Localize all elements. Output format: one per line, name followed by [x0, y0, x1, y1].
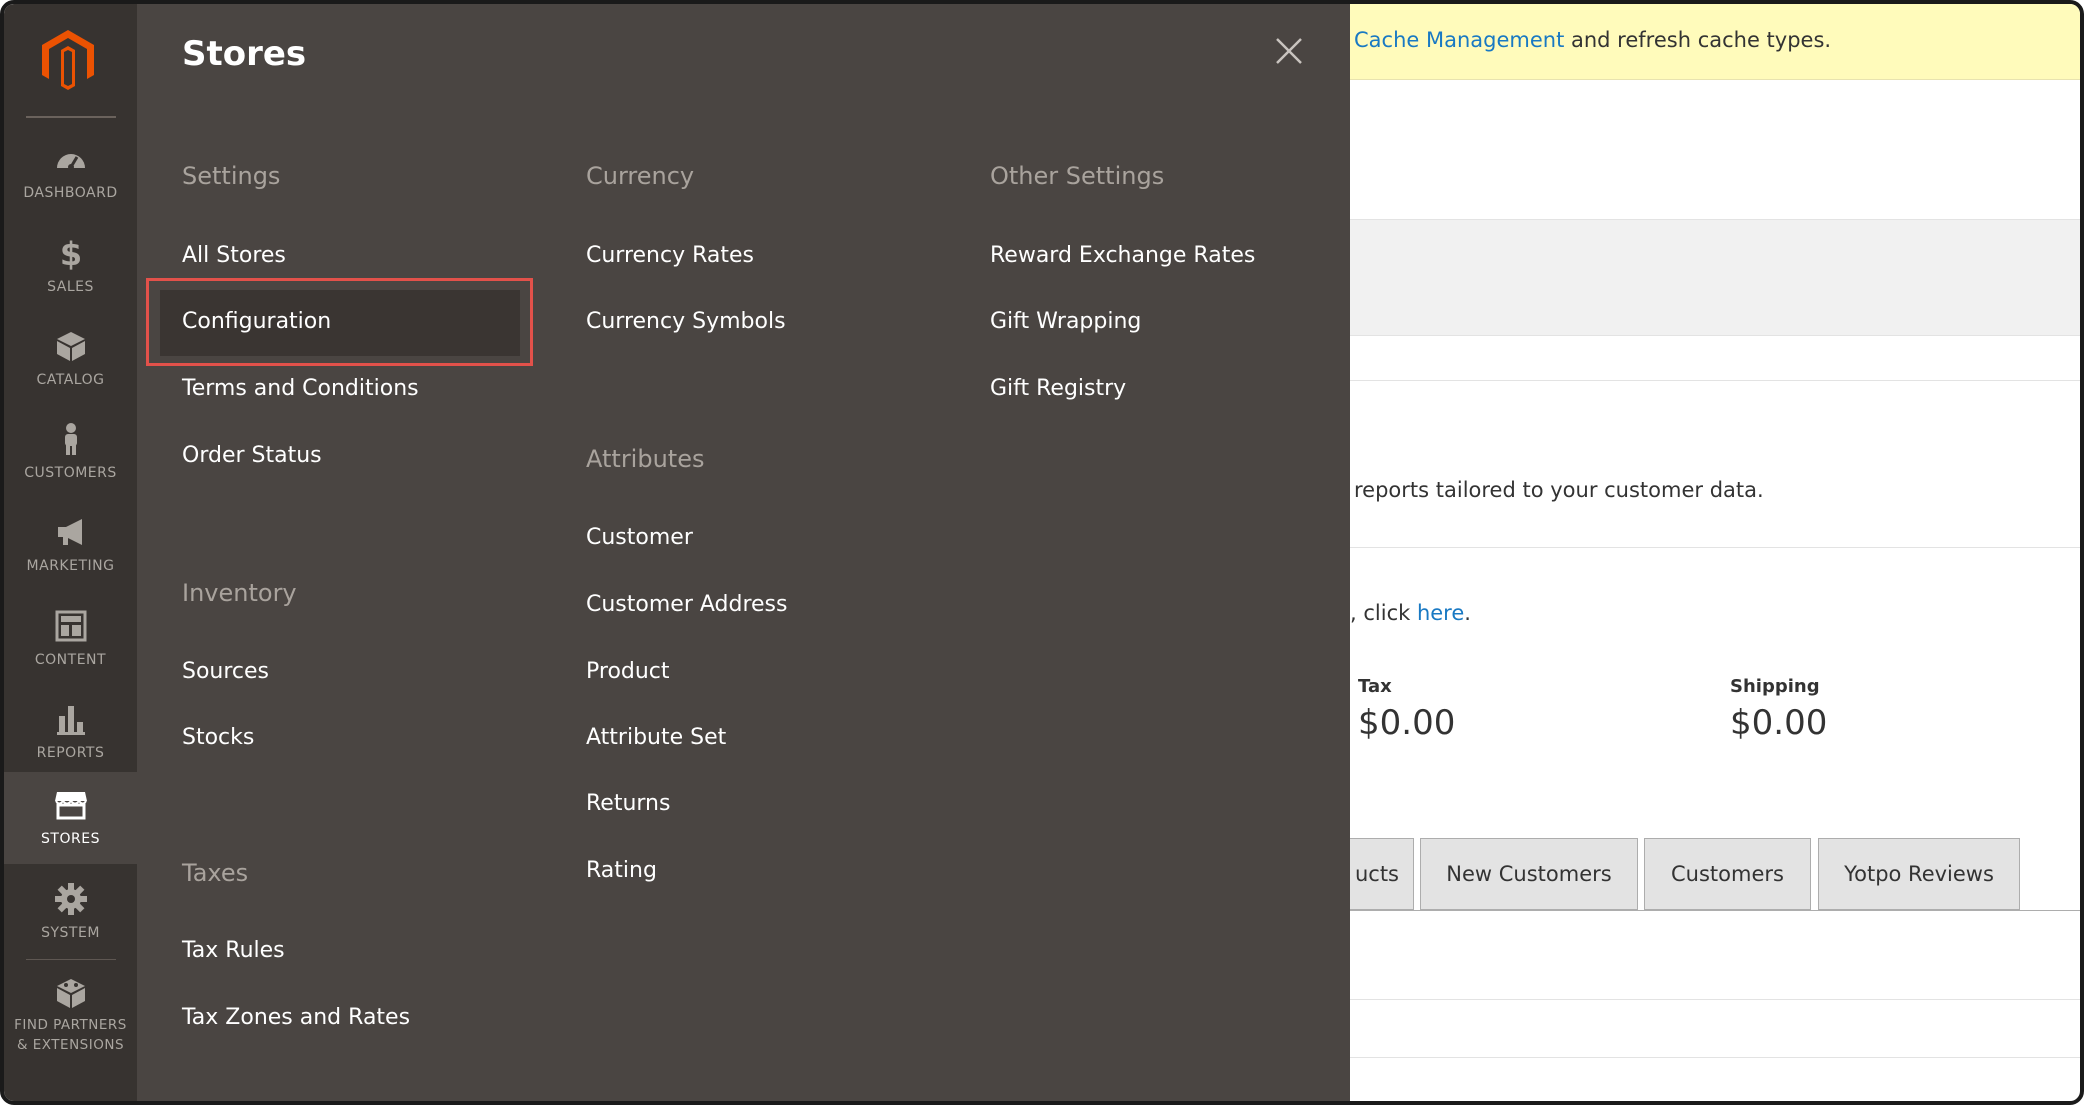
link-customer[interactable]: Customer — [586, 525, 693, 550]
person-icon — [64, 423, 77, 455]
nav-catalog[interactable]: CATALOG — [4, 319, 137, 409]
here-link[interactable]: here — [1417, 601, 1464, 625]
section-attributes: Attributes — [586, 445, 705, 473]
divider — [1350, 1057, 2080, 1058]
box-icon — [56, 332, 85, 361]
storefront-icon — [54, 792, 87, 820]
click-here-text: , click here. — [1350, 601, 1471, 625]
dollar-icon: $ — [59, 236, 81, 270]
tab-new-customers[interactable]: New Customers — [1420, 838, 1638, 910]
nav-label: SALES — [47, 279, 94, 295]
nav-label: REPORTS — [36, 745, 105, 761]
tax-label: Tax — [1358, 676, 1392, 697]
tax-value: $0.00 — [1358, 703, 1456, 743]
shipping-value: $0.00 — [1730, 703, 1828, 743]
system-notice: Cache Management and refresh cache types… — [1350, 4, 2080, 80]
nav-stores[interactable]: STORES — [4, 772, 137, 864]
nav-label: SYSTEM — [41, 925, 100, 941]
link-tax-rules[interactable]: Tax Rules — [182, 938, 285, 963]
section-currency: Currency — [586, 162, 695, 190]
magento-logo-icon[interactable] — [38, 28, 98, 92]
tabs-baseline — [1350, 910, 2080, 911]
reports-text: reports tailored to your customer data. — [1354, 478, 1764, 502]
extensions-icon — [56, 979, 85, 1008]
link-reward-exchange-rates[interactable]: Reward Exchange Rates — [990, 243, 1255, 268]
notice-text: Cache Management and refresh cache types… — [1354, 28, 1831, 52]
screenshot-frame: Cache Management and refresh cache types… — [0, 0, 2084, 1105]
link-tax-zones-and-rates[interactable]: Tax Zones and Rates — [182, 1005, 410, 1030]
link-sources[interactable]: Sources — [182, 659, 269, 684]
link-order-status[interactable]: Order Status — [182, 443, 322, 468]
section-inventory: Inventory — [182, 579, 297, 607]
dashboard-icon — [56, 154, 85, 170]
link-attribute-set[interactable]: Attribute Set — [586, 725, 726, 750]
link-gift-wrapping[interactable]: Gift Wrapping — [990, 309, 1141, 334]
divider — [1350, 547, 2080, 548]
tab-yotpo-reviews[interactable]: Yotpo Reviews — [1818, 838, 2020, 910]
link-currency-symbols[interactable]: Currency Symbols — [586, 309, 786, 334]
nav-label: CATALOG — [36, 372, 105, 388]
nav-label-line2: & EXTENSIONS — [16, 1037, 125, 1053]
section-taxes: Taxes — [182, 859, 249, 887]
nav-system[interactable]: SYSTEM — [4, 872, 137, 962]
svg-text:$: $ — [59, 236, 81, 270]
click-suffix: . — [1464, 601, 1471, 625]
nav-label: MARKETING — [26, 558, 115, 574]
nav-label: DASHBOARD — [23, 185, 118, 201]
admin-sidebar: DASHBOARD $ SALES CATALOG CUSTOMERS MARK… — [4, 4, 137, 1101]
divider — [1350, 380, 2080, 381]
nav-find-partners[interactable]: FIND PARTNERS & EXTENSIONS — [4, 966, 137, 1066]
flyout-title: Stores — [182, 34, 307, 74]
link-customer-address[interactable]: Customer Address — [586, 592, 787, 617]
divider — [1350, 999, 2080, 1000]
nav-content[interactable]: CONTENT — [4, 599, 137, 689]
page-actions-band — [1350, 219, 2080, 336]
link-configuration[interactable]: Configuration — [182, 309, 331, 334]
bar-chart-icon — [56, 706, 85, 735]
link-terms-and-conditions[interactable]: Terms and Conditions — [182, 376, 419, 401]
nav-reports[interactable]: REPORTS — [4, 692, 137, 782]
shipping-label: Shipping — [1730, 676, 1820, 697]
nav-divider — [26, 959, 116, 960]
megaphone-icon — [57, 519, 82, 545]
nav-label: CONTENT — [34, 652, 107, 668]
nav-sales[interactable]: $ SALES — [4, 226, 137, 316]
nav-label: CUSTOMERS — [24, 465, 117, 481]
section-settings: Settings — [182, 162, 281, 190]
stores-flyout-menu: Stores Settings All Stores Configuration… — [137, 4, 1350, 1101]
layout-icon — [55, 610, 86, 642]
link-currency-rates[interactable]: Currency Rates — [586, 243, 754, 268]
nav-label: STORES — [41, 831, 100, 847]
nav-dashboard[interactable]: DASHBOARD — [4, 132, 137, 222]
tab-customers[interactable]: Customers — [1644, 838, 1811, 910]
link-product[interactable]: Product — [586, 659, 670, 684]
nav-marketing[interactable]: MARKETING — [4, 505, 137, 595]
link-stocks[interactable]: Stocks — [182, 725, 254, 750]
dashboard-page: Cache Management and refresh cache types… — [1320, 4, 2080, 1101]
link-rating[interactable]: Rating — [586, 858, 657, 883]
link-all-stores[interactable]: All Stores — [182, 243, 286, 268]
click-prefix: , click — [1350, 601, 1417, 625]
link-gift-registry[interactable]: Gift Registry — [990, 376, 1126, 401]
nav-customers[interactable]: CUSTOMERS — [4, 412, 137, 502]
notice-rest: and refresh cache types. — [1564, 28, 1832, 52]
cache-management-link[interactable]: Cache Management — [1354, 28, 1564, 52]
gear-icon — [54, 883, 87, 915]
nav-label-line1: FIND PARTNERS — [14, 1017, 127, 1033]
close-icon[interactable] — [1274, 36, 1304, 66]
section-other-settings: Other Settings — [990, 162, 1165, 190]
link-returns[interactable]: Returns — [586, 791, 670, 816]
logo-divider — [26, 116, 116, 118]
